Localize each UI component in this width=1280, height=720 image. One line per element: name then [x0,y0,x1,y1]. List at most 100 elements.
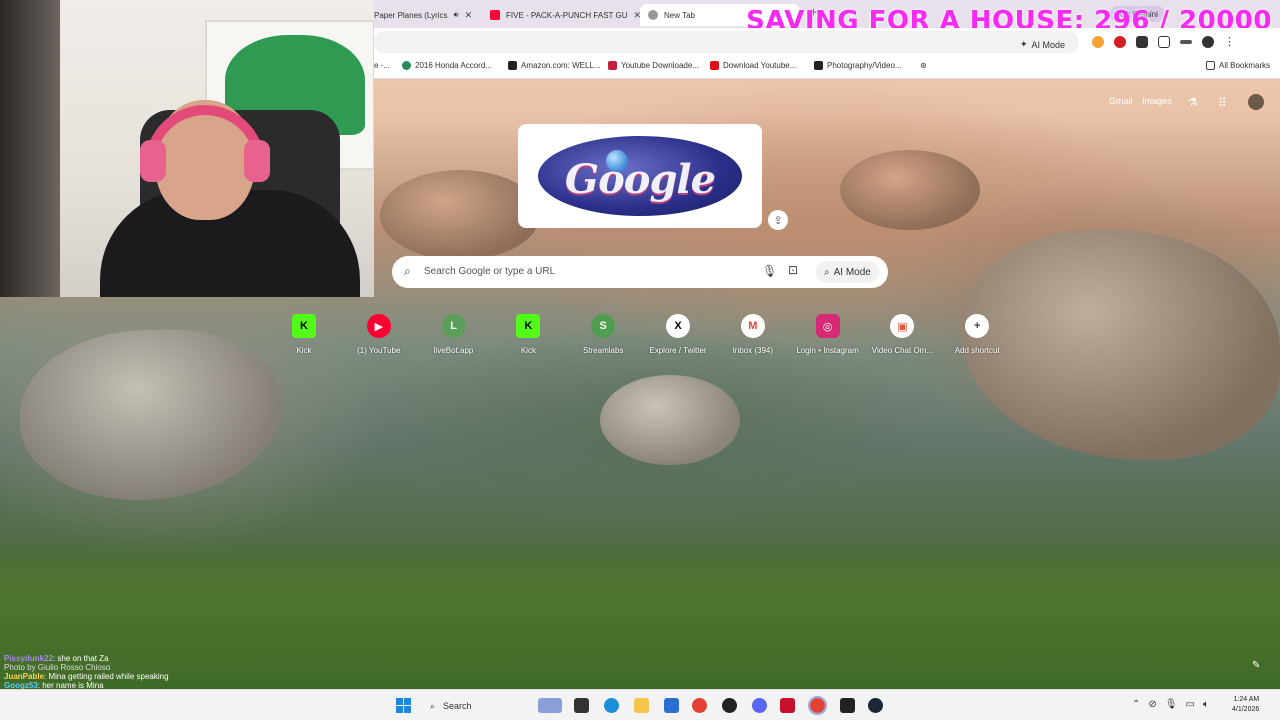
chat-message: Pissydunk22: she on that Za [4,654,109,663]
shortcut-tile[interactable]: ◎ Login • Instagram [790,310,866,355]
system-tray: ⌃ ⊘ 🎙︎ ▭ 🔈︎ [1132,699,1209,710]
bookmark-item[interactable]: Amazon.com: WELL... [508,61,601,70]
youtube-icon: ▶ [366,314,391,338]
folder-icon [1206,61,1215,70]
task-view-icon[interactable] [574,698,589,713]
gmail-link[interactable]: Gmail [1109,96,1133,106]
grass [0,540,1280,690]
globe-icon[interactable]: ⊛ [920,61,927,70]
adobe-icon[interactable] [780,698,795,713]
clock[interactable]: 1:24 AM 4/1/2026 [1232,695,1259,715]
file-explorer-icon[interactable] [634,698,649,713]
shortcut-tile[interactable]: LliveBot.app [416,310,492,355]
tab-five-pack-a-punch[interactable]: FIVE - PACK-A-PUNCH FAST GU ✕ [490,4,641,26]
all-bookmarks-button[interactable]: All Bookmarks [1206,61,1270,70]
videochat-icon: ▣ [890,314,915,338]
discord-icon[interactable] [752,698,767,713]
gmail-icon: M [740,314,765,338]
shortcut-tile[interactable]: ▣ Video Chat Om... [864,310,940,355]
taskbar-search[interactable]: ⌕ Search [424,696,534,716]
rock [840,150,980,230]
ai-mode-button[interactable]: ⌕ AI Mode [816,261,879,283]
photo-credit[interactable]: Photo by Giulio Rosso Chioso [4,663,169,672]
shortcut-tile[interactable]: K Kick [490,310,566,355]
taskbar-search-label: Search [443,701,472,711]
livebot-icon: L [441,314,466,338]
youtube-icon [490,10,500,20]
sidepanel-icon[interactable] [1158,35,1170,48]
search-icon: ⌕ [404,264,411,278]
bookmark-item[interactable]: e -... [374,61,390,70]
kick-icon: K [516,314,541,338]
tab-paper-planes[interactable]: Paper Planes (Lyrics 🔊︎ ✕ [374,4,472,26]
ai-mode-label: AI Mode [833,266,871,278]
clock-time: 1:24 AM [1233,696,1260,703]
epic-games-icon[interactable] [840,698,855,713]
bookmarks-bar: e -... 2016 Honda Accord... Amazon.com: … [374,55,1280,79]
shortcut-label: Streamlabs [582,346,624,355]
search-placeholder: Search Google or type a URL [424,266,556,277]
customize-pencil-icon[interactable]: ✎ [1252,660,1260,671]
shortcut-label: liveBot.app [433,346,474,355]
plus-icon: + [965,314,990,338]
all-bookmarks-label: All Bookmarks [1219,61,1271,70]
lens-icon[interactable]: ⊡ [788,263,798,277]
bookmark-label: Photography/Video... [827,61,902,70]
extension-icon[interactable] [1136,35,1148,48]
bookmark-item[interactable]: Download Youtube... [710,61,796,70]
stream-chat: Pissydunk22: she on that Za Photo by Giu… [4,654,169,690]
shortcut-tile[interactable]: M Inbox (394) [715,310,791,355]
labs-icon[interactable]: ⚗ [1188,96,1198,109]
shortcut-tile[interactable]: S Streamlabs [565,310,641,355]
profile-avatar[interactable] [1202,35,1214,48]
close-icon[interactable]: ✕ [465,10,473,21]
windows-taskbar: ⌕ Search ⌃ ⊘ 🎙︎ ▭ 🔈︎ 1:24 AM 4/1/2026 [0,689,1280,720]
chrome-icon[interactable] [692,698,707,713]
edge-icon[interactable] [604,698,619,713]
shortcut-label: Explore / Twitter [649,346,707,355]
bookmark-label: 2016 Honda Accord... [415,61,492,70]
shortcut-label: Inbox (394) [732,346,774,355]
steam-icon[interactable] [868,698,883,713]
microphone-icon[interactable]: 🎙︎ [1165,699,1178,710]
shortcut-label: Login • Instagram [796,346,859,355]
bookmark-item[interactable]: 2016 Honda Accord... [402,61,492,70]
bookmark-item[interactable]: Photography/Video... [814,61,902,70]
downloads-icon[interactable] [1180,39,1192,44]
extension-icon[interactable] [1092,35,1104,48]
bookmark-item[interactable]: Youtube Downloade... [608,61,699,70]
windows-start-icon[interactable] [396,698,412,714]
youtube-icon [710,61,719,70]
address-bar[interactable]: ✦ AI Mode [374,31,1079,53]
obs-icon[interactable] [722,698,737,713]
newtab-icon [648,10,658,20]
store-icon[interactable] [664,698,679,713]
chevron-up-icon[interactable]: ⌃ [1132,699,1140,710]
microphone-icon[interactable]: 🎙︎ [762,264,777,278]
share-icon[interactable]: ⇪ [768,210,788,230]
search-icon: ⌕ [430,700,436,711]
omnibox-ai-mode-button[interactable]: ✦ AI Mode [1020,39,1065,50]
google-search-box[interactable]: ⌕ Search Google or type a URL 🎙︎ ⊡ ⌕ AI … [392,256,888,288]
google-doodle[interactable]: Google [518,124,762,228]
shortcut-tile[interactable]: + Add shortcut [939,310,1015,355]
amazon-icon [508,61,517,70]
shortcut-tile[interactable]: ▶ (1) YouTube [341,310,417,355]
clock-date: 4/1/2026 [1232,706,1260,713]
extension-icon[interactable] [1114,35,1126,48]
shortcut-tile[interactable]: K Kick [266,310,342,355]
monitor-icon[interactable]: ▭ [1185,699,1194,710]
page-icon [814,61,823,70]
account-avatar[interactable] [1248,94,1264,110]
apps-grid-icon[interactable]: ⠿ [1218,96,1227,110]
shortcut-tile[interactable]: X Explore / Twitter [640,310,716,355]
chrome-active-icon[interactable] [808,696,827,715]
omnibox-ai-mode-label: AI Mode [1031,39,1066,50]
menu-icon[interactable]: ⋮ [1224,35,1235,48]
page-icon [608,61,617,70]
widget-icon[interactable] [538,698,562,713]
speaker-icon[interactable]: 🔊︎ [454,10,459,20]
volume-icon[interactable]: 🔈︎ [1203,699,1209,710]
images-link[interactable]: Images [1142,96,1172,106]
network-icon[interactable]: ⊘ [1148,699,1156,710]
